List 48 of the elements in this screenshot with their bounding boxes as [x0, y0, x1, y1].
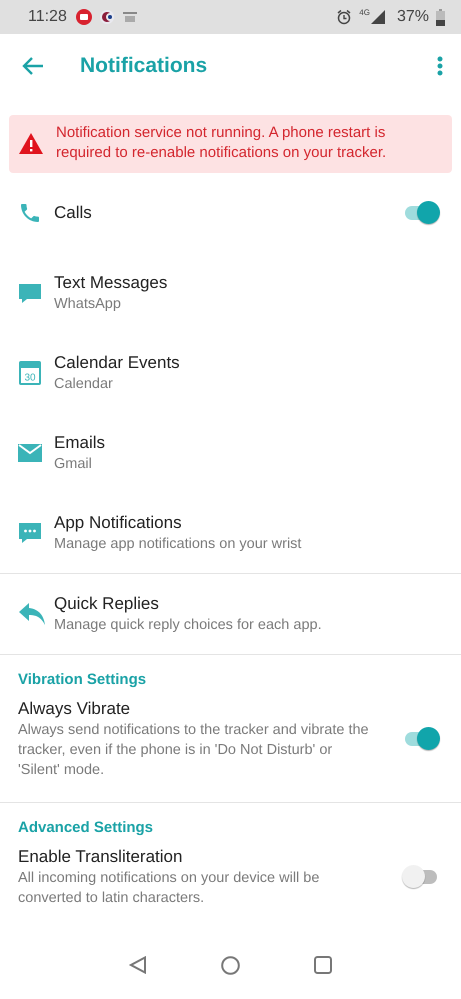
item-description: WhatsApp: [54, 295, 122, 314]
settings-item[interactable]: Emails Gmail: [0, 413, 461, 493]
item-description: Gmail: [54, 455, 93, 474]
item-description: Calendar: [54, 375, 114, 394]
chat-icon: [18, 281, 42, 305]
clock-time: 11:28: [28, 8, 67, 26]
settings-item[interactable]: Always Vibrate Always send notifications to the tracker and vibrate the tracker, even if the phone is in 'Do Not Disturb' or 'Silent' mode.: [0, 692, 461, 802]
item-description: Always send notifications to the tracker and vibrate the tracker, even if the phone is in 'Do Not Disturb' or 'Silent' mode.: [18, 721, 370, 780]
reply-icon: [18, 602, 46, 626]
section-heading: Vibration Settings: [17, 670, 148, 690]
app-notification-icon: [98, 9, 115, 25]
chat-dots-icon: [18, 521, 42, 545]
back-arrow-icon[interactable]: [22, 57, 44, 75]
network-type: 4G: [359, 8, 370, 17]
item-title: Enable Transliteration: [18, 846, 184, 868]
home-icon[interactable]: [221, 956, 240, 974]
settings-item[interactable]: Text Messages WhatsApp: [0, 253, 461, 333]
settings-item[interactable]: App Notifications Manage app notifications on your wrist: [0, 493, 461, 573]
back-icon[interactable]: [129, 956, 147, 974]
item-title: Quick Replies: [54, 593, 160, 615]
calendar-icon: 30: [18, 360, 42, 386]
item-title: Text Messages: [54, 272, 168, 294]
section-heading: Advanced Settings: [17, 818, 154, 838]
alert-message: Notification service not running. A phone restart is required to re-enable notifications on your tracker.: [56, 123, 388, 163]
phone-icon: [18, 201, 42, 225]
app-notification-icon: [122, 10, 138, 24]
item-title: Calendar Events: [54, 352, 181, 374]
item-title: Emails: [54, 432, 106, 454]
settings-item[interactable]: 30 Calendar Events Calendar: [0, 333, 461, 413]
more-options-icon[interactable]: [437, 56, 443, 76]
settings-item[interactable]: Calls: [0, 173, 461, 253]
item-description: Manage quick reply choices for each app.: [54, 616, 323, 635]
item-description: All incoming notifications on your device will be converted to latin characters.: [18, 869, 320, 908]
item-title: Calls: [54, 202, 93, 224]
settings-item[interactable]: Quick Replies Manage quick reply choices for each app.: [0, 574, 461, 654]
settings-item[interactable]: Enable Transliteration All incoming notifications on your device will be converted to latin characters.: [0, 840, 461, 930]
battery-icon: [436, 8, 445, 26]
signal-icon: [370, 9, 386, 25]
mail-icon: [18, 444, 42, 462]
battery-percent: 37%: [396, 8, 429, 26]
recent-apps-icon[interactable]: [314, 956, 332, 974]
item-title: App Notifications: [54, 512, 183, 534]
warning-icon: [19, 132, 43, 154]
app-notification-icon: [76, 9, 92, 25]
item-title: Always Vibrate: [18, 698, 132, 720]
item-description: Manage app notifications on your wrist: [54, 535, 302, 554]
screen-title: Notifications: [80, 54, 208, 78]
alarm-icon: [336, 9, 352, 25]
